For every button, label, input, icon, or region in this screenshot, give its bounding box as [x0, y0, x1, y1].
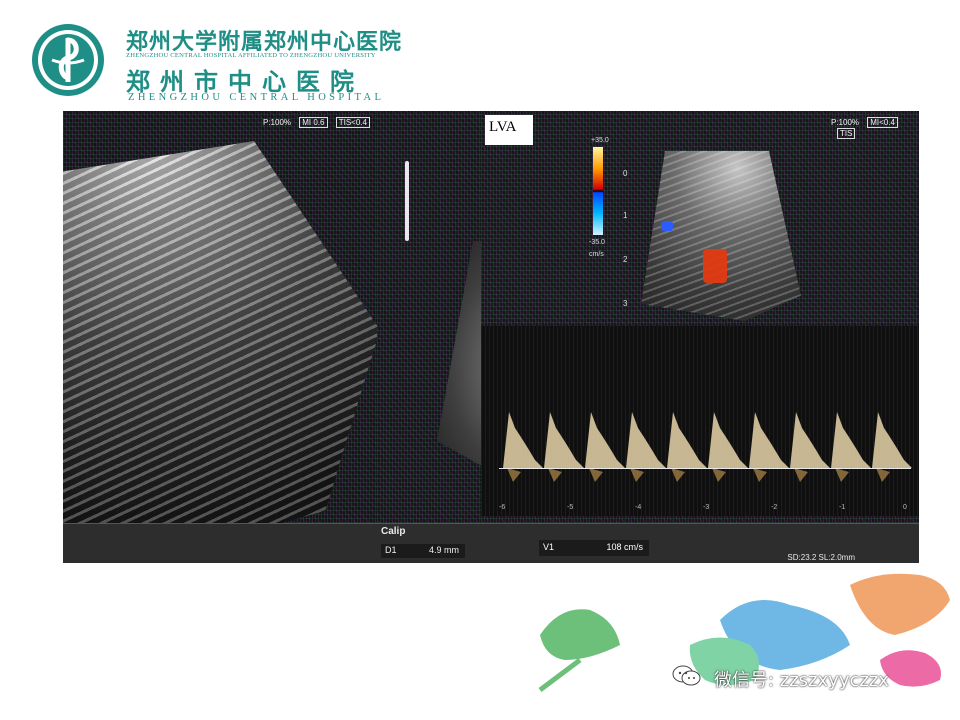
time-tick-label: -1: [839, 504, 846, 511]
time-tick-label: -5: [567, 504, 574, 511]
vessel-label: LVA: [485, 115, 533, 145]
depth-label: 3: [623, 299, 628, 308]
depth-label: 1: [623, 211, 628, 220]
v1-value: 108 cm/s: [606, 542, 643, 552]
waveform-reverse-flow: [671, 468, 685, 482]
tis-readout: TIS<0.4: [335, 117, 370, 128]
ultrasound-left-panel: P:100% MI 0.6 TIS<0.4: [63, 111, 380, 563]
waveform-reverse-flow: [794, 468, 808, 482]
depth-label: 2: [623, 255, 628, 264]
waveform-reverse-flow: [712, 468, 726, 482]
right-panel-readout: P:100% MI<0.4 TIS: [831, 117, 919, 139]
tis-readout: TIS: [837, 128, 856, 139]
waveform-peak: [667, 412, 707, 468]
waveform-peak: [708, 412, 748, 468]
v1-label: V1: [543, 542, 555, 552]
wechat-icon: [672, 665, 701, 686]
green-leaf-icon: [538, 609, 620, 693]
waveform-reverse-flow: [876, 468, 890, 482]
red-flow-signal: [703, 249, 727, 283]
waveform-peak: [831, 412, 871, 468]
waveform-peak: [872, 412, 912, 468]
decorative-ginkgo-leaves: [538, 573, 950, 693]
ultrasound-right-panel: LVA P:100% MI<0.4 TIS +35.0 -35.0 cm/s 0…: [481, 111, 919, 563]
mi-readout: MI 0.6: [299, 117, 328, 128]
wechat-watermark: 微信号: zzszxyyczzx: [672, 664, 942, 691]
hospital-seal-icon: [32, 24, 104, 96]
hospital-name-en: ZHENGZHOU CENTRAL HOSPITAL: [128, 92, 385, 103]
ultrasound-collage: P:100% MI 0.6 TIS<0.4 LVA P:100% MI<0.4 …: [63, 111, 919, 563]
time-axis: -6 -5 -4 -3 -2 -1 0: [499, 504, 911, 516]
waveform-reverse-flow: [753, 468, 767, 482]
hospital-name-en-small: ZHENGZHOU CENTRAL HOSPITAL AFFILIATED TO…: [126, 52, 376, 59]
d1-label: D1: [385, 545, 397, 555]
waveform-reverse-flow: [589, 468, 603, 482]
time-tick-label: -2: [771, 504, 778, 511]
mi-readout: MI<0.4: [867, 117, 898, 128]
power-readout: P:100%: [831, 118, 860, 127]
spectral-doppler-trace: -6 -5 -4 -3 -2 -1 0: [481, 326, 919, 516]
waveform-peak: [585, 412, 625, 468]
watermark-text: 微信号: zzszxyyczzx: [714, 670, 889, 691]
waveform-peak: [790, 412, 830, 468]
waveform-reverse-flow: [507, 468, 521, 482]
color-scale-bottom: -35.0: [589, 239, 605, 246]
color-velocity-scale: [593, 147, 603, 235]
waveform-peak: [749, 412, 789, 468]
measurement-bar: Calip D1 4.9 mm V1 108 cm/s SD:23.2 SL:2…: [63, 523, 919, 563]
blue-flow-signal: [661, 221, 673, 231]
ultrasound-middle-panel: [377, 111, 527, 563]
d1-value: 4.9 mm: [428, 545, 459, 555]
time-tick-label: -6: [499, 504, 506, 511]
waveform-reverse-flow: [548, 468, 562, 482]
sd-sl-readout: SD:23.2 SL:2.0mm: [787, 553, 855, 562]
waveform-reverse-flow: [835, 468, 849, 482]
gain-gauge-icon: [405, 161, 409, 241]
time-tick-label: -4: [635, 504, 642, 511]
spectral-baseline: [499, 468, 911, 469]
time-tick-label: 0: [903, 504, 907, 511]
power-readout: P:100%: [263, 118, 292, 127]
orange-leaf-icon: [850, 573, 950, 635]
depth-label: 0: [623, 169, 628, 178]
waveform-reverse-flow: [630, 468, 644, 482]
doppler-waveform: [503, 412, 912, 482]
color-scale-top: +35.0: [591, 137, 609, 144]
calip-section: Calip D1 4.9 mm: [377, 524, 481, 563]
d1-measurement: D1 4.9 mm: [381, 544, 465, 558]
color-scale-unit: cm/s: [589, 251, 604, 258]
calip-label: Calip: [381, 526, 406, 537]
hospital-logo-block: 郑州大学附属郑州中心医院 ZHENGZHOU CENTRAL HOSPITAL …: [30, 22, 401, 103]
waveform-peak: [626, 412, 666, 468]
waveform-peak: [503, 412, 543, 468]
left-panel-readout: P:100% MI 0.6 TIS<0.4: [263, 117, 370, 128]
v1-measurement: V1 108 cm/s: [539, 540, 649, 556]
waveform-peak: [544, 412, 584, 468]
velocity-section: V1 108 cm/s SD:23.2 SL:2.0mm: [481, 524, 919, 563]
time-tick-label: -3: [703, 504, 710, 511]
